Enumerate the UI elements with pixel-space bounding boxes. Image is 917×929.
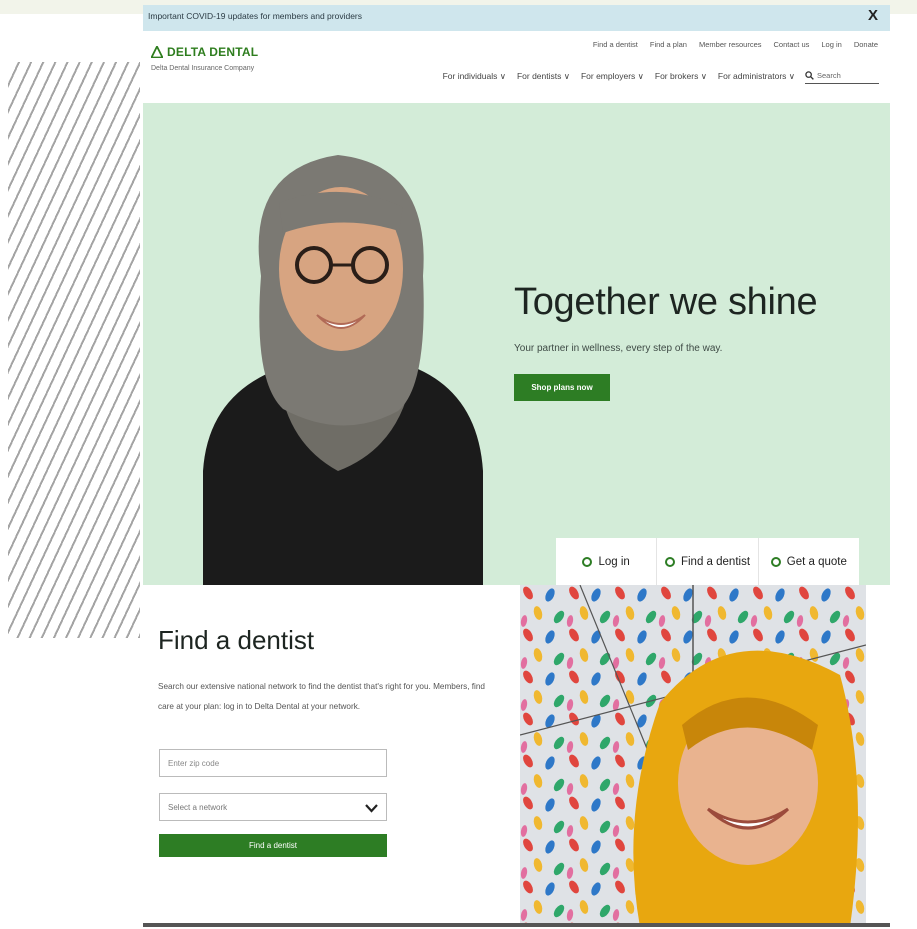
utility-nav: Find a dentist Find a plan Member resour…	[593, 40, 878, 49]
util-nav-find-dentist[interactable]: Find a dentist	[593, 40, 638, 49]
logo[interactable]: DELTA DENTAL	[151, 45, 258, 59]
alert-banner: Important COVID-19 updates for members a…	[143, 5, 890, 31]
quick-link-find-dentist[interactable]: Find a dentist	[657, 538, 759, 585]
page-bottom-border	[143, 923, 890, 927]
hero-section: Together we shine Your partner in wellne…	[143, 103, 890, 585]
find-dentist-button[interactable]: Find a dentist	[159, 834, 387, 857]
util-nav-donate[interactable]: Donate	[854, 40, 878, 49]
nav-brokers[interactable]: For brokers ∨	[655, 71, 707, 82]
quick-link-label: Find a dentist	[680, 555, 751, 568]
quick-link-label: Get a quote	[786, 555, 847, 568]
search-box[interactable]: Search	[805, 67, 879, 84]
quick-link-label: Log in	[598, 555, 630, 568]
network-select-value: Select a network	[168, 802, 228, 812]
logo-tagline: Delta Dental Insurance Company	[151, 65, 255, 72]
shop-plans-button[interactable]: Shop plans now	[514, 374, 610, 401]
network-select[interactable]: Select a network	[159, 793, 387, 821]
logo-text: DELTA DENTAL	[167, 45, 259, 59]
hero-subtitle: Your partner in wellness, every step of …	[514, 343, 723, 354]
quick-link-login[interactable]: Log in	[556, 538, 658, 585]
chevron-down-icon	[365, 804, 378, 813]
nav-employers[interactable]: For employers ∨	[581, 71, 644, 82]
find-dentist-description: Search our extensive national network to…	[158, 682, 485, 711]
circle-icon	[582, 556, 593, 567]
quick-links-bar: Log in Find a dentist Get a quote	[556, 538, 859, 585]
alert-text[interactable]: Important COVID-19 updates for members a…	[148, 11, 362, 21]
util-nav-find-plan[interactable]: Find a plan	[650, 40, 687, 49]
nav-administrators[interactable]: For administrators ∨	[718, 71, 795, 82]
zip-code-input[interactable]	[159, 749, 387, 777]
decorative-hatch-pattern	[8, 62, 140, 638]
main-nav: For individuals ∨ For dentists ∨ For emp…	[443, 71, 795, 82]
find-dentist-title: Find a dentist	[158, 625, 315, 655]
search-placeholder: Search	[817, 70, 841, 80]
circle-icon	[664, 556, 675, 567]
site-header: DELTA DENTAL Delta Dental Insurance Comp…	[143, 31, 890, 103]
delta-logo-icon	[151, 46, 163, 58]
quick-link-get-quote[interactable]: Get a quote	[759, 538, 859, 585]
nav-dentists[interactable]: For dentists ∨	[517, 71, 570, 82]
nav-individuals[interactable]: For individuals ∨	[443, 71, 506, 82]
util-nav-login[interactable]: Log in	[821, 40, 841, 49]
util-nav-contact[interactable]: Contact us	[774, 40, 810, 49]
hero-title: Together we shine	[514, 281, 818, 323]
circle-icon	[770, 556, 781, 567]
search-icon	[805, 70, 814, 80]
util-nav-member-resources[interactable]: Member resources	[699, 40, 762, 49]
hero-woman-photo	[203, 155, 483, 585]
umbrella-child-photo	[520, 585, 866, 927]
site-frame: Important COVID-19 updates for members a…	[143, 5, 890, 927]
close-icon[interactable]: X	[868, 7, 878, 24]
